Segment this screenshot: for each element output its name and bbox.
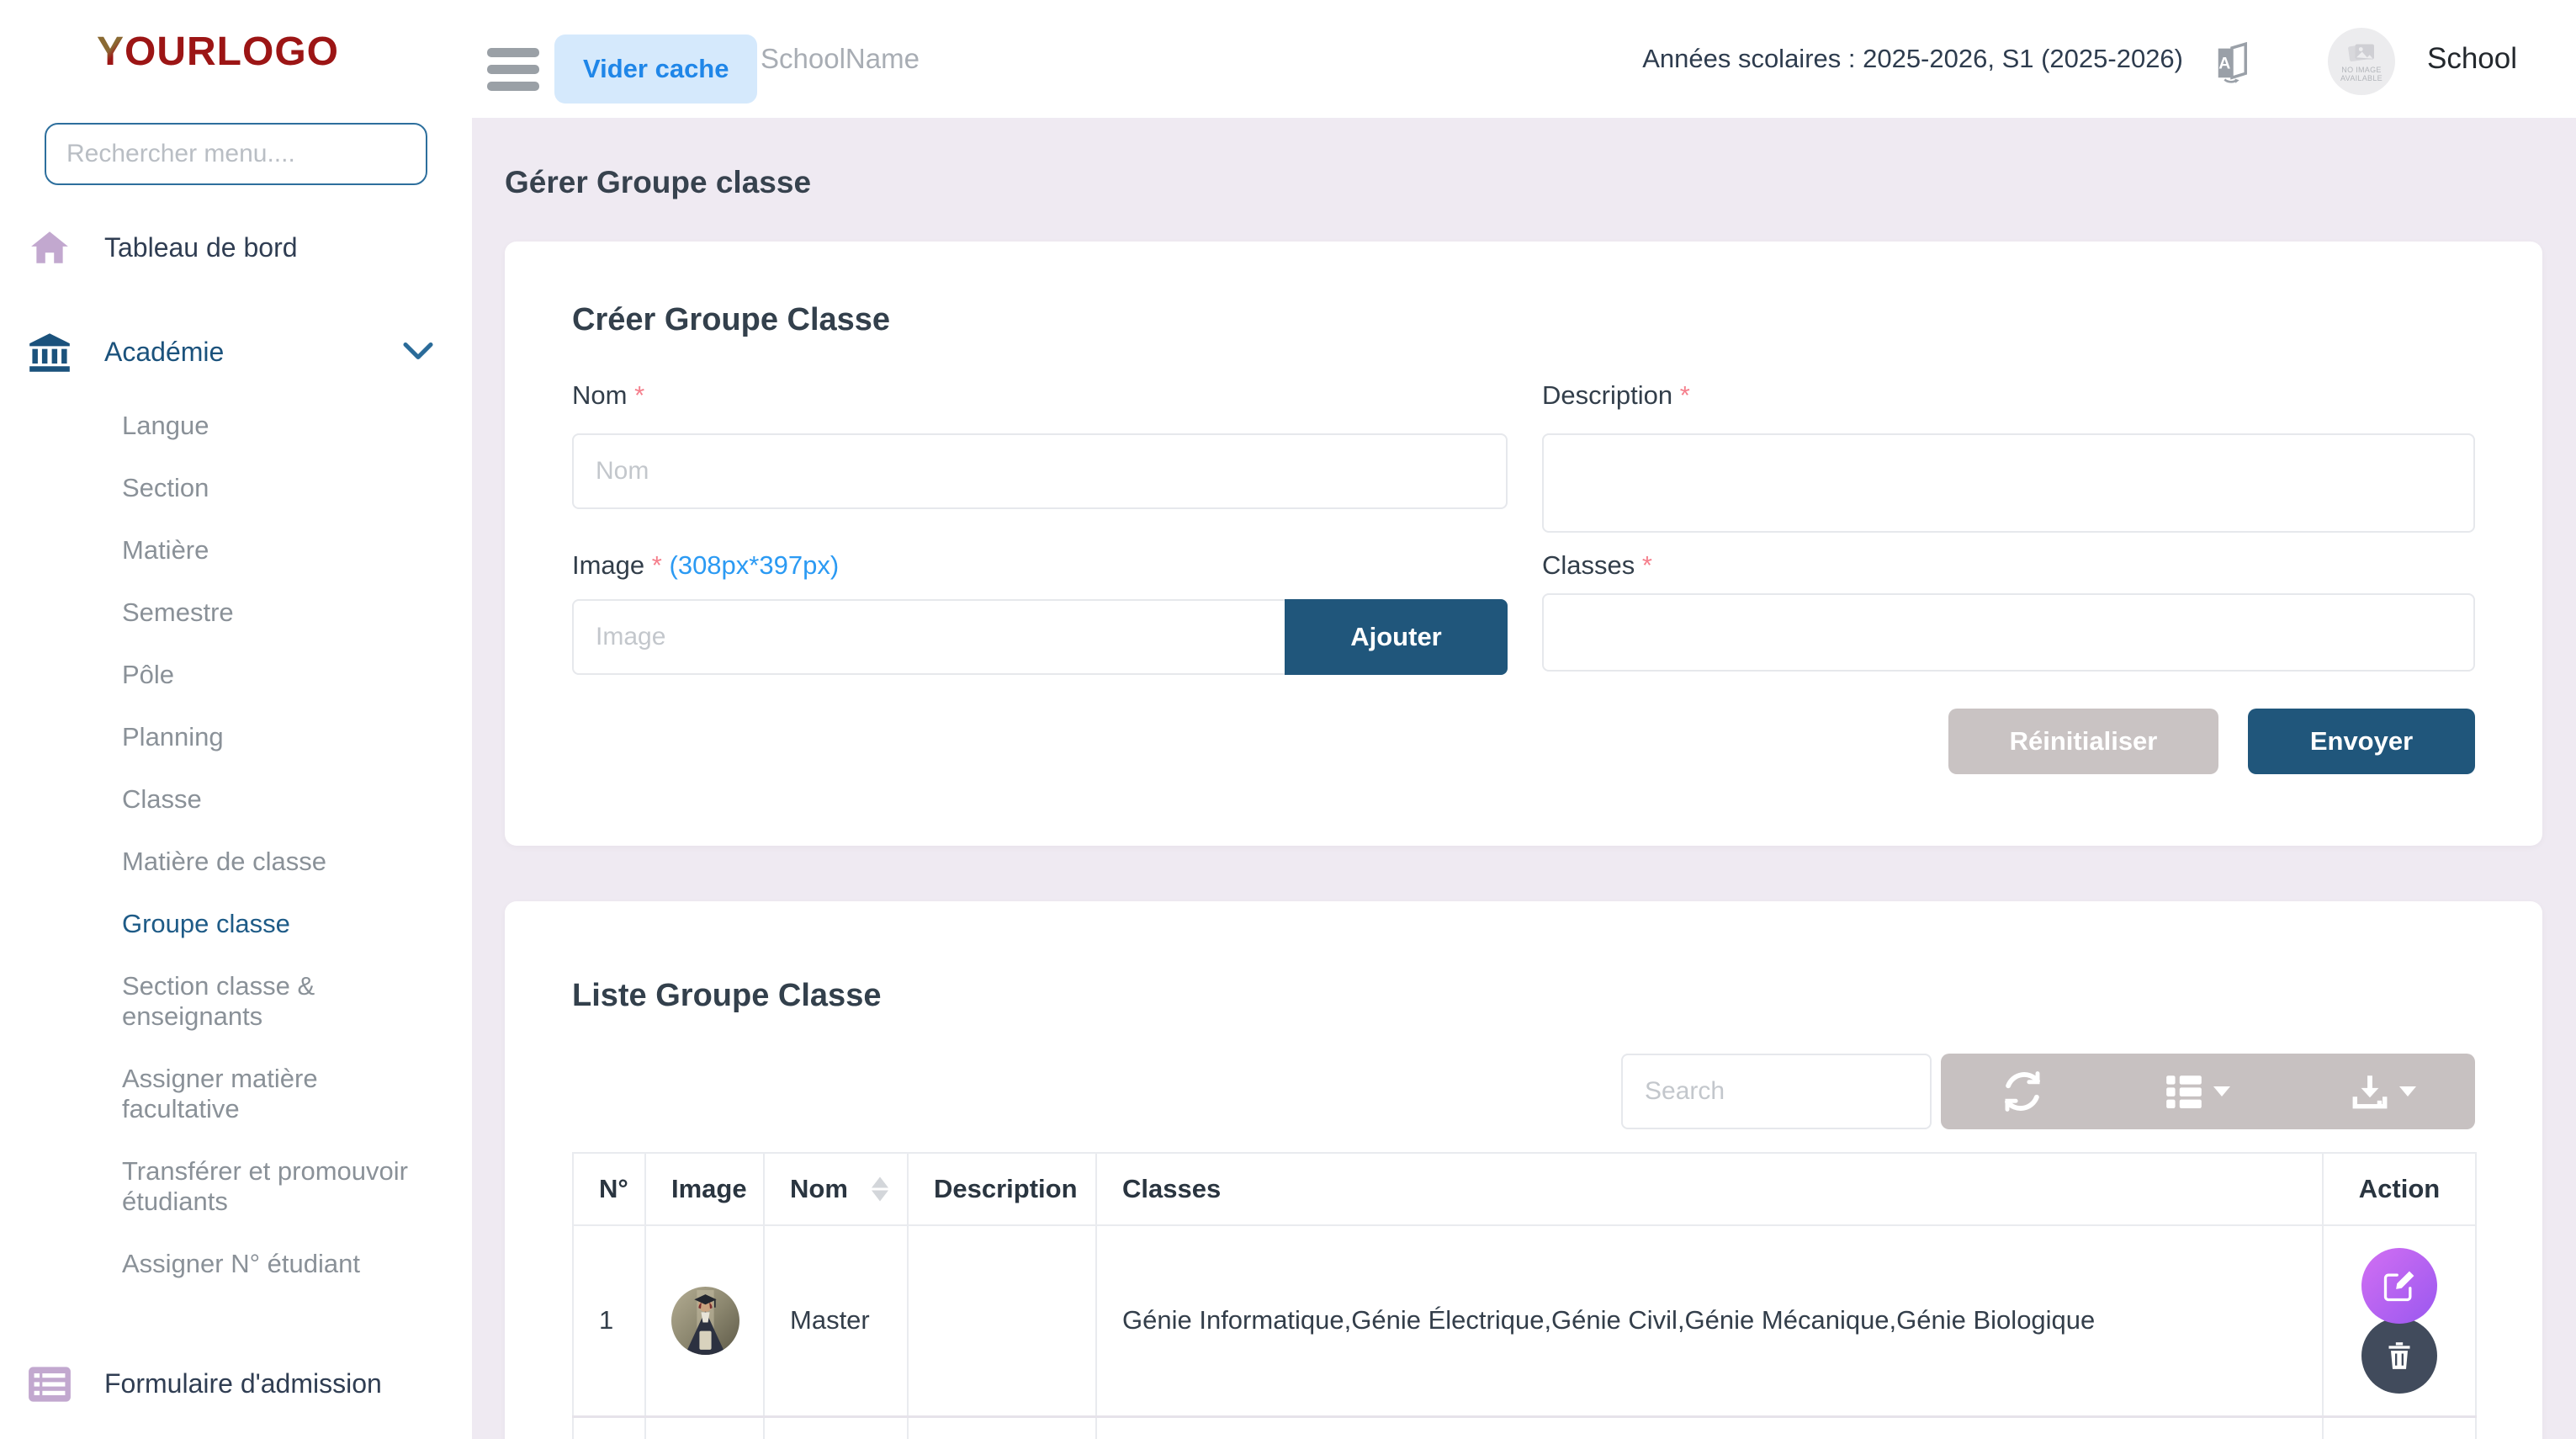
classes-label: Classes * — [1542, 550, 1652, 581]
reset-button[interactable]: Réinitialiser — [1948, 709, 2218, 774]
cell-image — [645, 1225, 764, 1416]
required-asterisk: * — [1680, 380, 1690, 410]
table-toolbar — [1941, 1054, 2475, 1129]
submenu-item-classe[interactable]: Classe — [0, 768, 467, 831]
cell-action — [2323, 1225, 2476, 1416]
school-name-label: SchoolName — [761, 0, 920, 118]
main-content: Gérer Groupe classe Créer Groupe Classe … — [472, 118, 2576, 1439]
submenu-item-pole[interactable]: Pôle — [0, 644, 467, 706]
add-image-button[interactable]: Ajouter — [1285, 599, 1508, 675]
column-header-description[interactable]: Description — [908, 1153, 1096, 1225]
menu-search-input[interactable] — [45, 123, 427, 185]
nom-label: Nom * — [572, 380, 644, 411]
submenu-item-matiere-de-classe[interactable]: Matière de classe — [0, 831, 467, 893]
classes-input[interactable] — [1542, 593, 2475, 672]
sidebar: YOURLOGO Tableau de bord Académie Langue — [0, 0, 472, 1439]
description-input[interactable] — [1542, 433, 2475, 533]
required-asterisk: * — [634, 380, 644, 410]
sidebar-nav: Tableau de bord Académie Langue Section … — [0, 210, 472, 1439]
app-logo[interactable]: YOURLOGO — [97, 29, 339, 75]
table-row-partial — [573, 1416, 2476, 1439]
chevron-down-icon — [403, 341, 433, 365]
nom-input[interactable] — [572, 433, 1508, 509]
avatar-placeholder-text: NO IMAGEAVAILABLE — [2340, 66, 2383, 82]
refresh-button[interactable] — [2000, 1069, 2045, 1114]
required-asterisk: * — [1642, 550, 1652, 580]
app-window: YOURLOGO Tableau de bord Académie Langue — [0, 0, 2576, 1439]
submenu-item-assigner-numero-etudiant[interactable]: Assigner N° étudiant — [0, 1233, 467, 1295]
submenu-item-section-classe-enseignants[interactable]: Section classe & enseignants — [0, 955, 467, 1048]
logo-y-mark: Y — [97, 29, 125, 74]
submenu-item-semestre[interactable]: Semestre — [0, 581, 467, 644]
download-button[interactable] — [2349, 1070, 2416, 1112]
sidebar-item-label: Académie — [104, 337, 373, 367]
user-avatar[interactable]: NO IMAGEAVAILABLE — [2328, 28, 2395, 95]
bank-icon — [25, 331, 74, 374]
submenu-item-langue[interactable]: Langue — [0, 395, 467, 457]
form-icon — [25, 1366, 74, 1403]
submenu-item-transferer-promouvoir[interactable]: Transférer et promouvoir étudiants — [0, 1140, 467, 1233]
table-row: 1 Master Génie Informatique,Génie Électr… — [573, 1225, 2476, 1416]
description-label: Description * — [1542, 380, 1690, 411]
sidebar-item-dashboard[interactable]: Tableau de bord — [0, 210, 472, 286]
cell-description — [908, 1225, 1096, 1416]
submenu-item-matiere[interactable]: Matière — [0, 519, 467, 581]
school-years-label: Années scolaires : 2025-2026, S1 (2025-2… — [1642, 0, 2183, 118]
cell-nom: Master — [764, 1225, 908, 1416]
table-header-row: N° Image Nom Description Classes Action — [573, 1153, 2476, 1225]
edit-button[interactable] — [2361, 1248, 2437, 1324]
column-header-classes[interactable]: Classes — [1096, 1153, 2323, 1225]
home-icon — [25, 227, 74, 269]
sort-icon[interactable] — [872, 1177, 888, 1202]
clear-cache-button[interactable]: Vider cache — [554, 35, 757, 104]
create-card-title: Créer Groupe Classe — [572, 302, 890, 338]
chevron-down-icon — [2213, 1086, 2230, 1097]
group-class-table: N° Image Nom Description Classes Action … — [572, 1152, 2477, 1439]
submenu-item-groupe-classe[interactable]: Groupe classe — [0, 893, 467, 955]
image-label: Image * (308px*397px) — [572, 550, 839, 581]
topbar: Vider cache SchoolName Années scolaires … — [472, 0, 2576, 118]
logo-text: OURLOGO — [125, 29, 339, 74]
sidebar-item-label: Tableau de bord — [104, 233, 433, 263]
table-search-input[interactable] — [1621, 1054, 1932, 1129]
columns-button[interactable] — [2163, 1070, 2230, 1112]
submit-button[interactable]: Envoyer — [2248, 709, 2475, 774]
column-header-action: Action — [2323, 1153, 2476, 1225]
list-group-card: Liste Groupe Classe — [505, 901, 2542, 1439]
row-avatar — [671, 1281, 763, 1361]
column-header-num[interactable]: N° — [573, 1153, 645, 1225]
chevron-down-icon — [2399, 1086, 2416, 1097]
submenu-item-planning[interactable]: Planning — [0, 706, 467, 768]
page-title: Gérer Groupe classe — [505, 165, 811, 200]
list-card-title: Liste Groupe Classe — [572, 978, 881, 1014]
hamburger-icon[interactable] — [487, 48, 539, 90]
delete-button[interactable] — [2361, 1318, 2437, 1394]
submenu-item-section[interactable]: Section — [0, 457, 467, 519]
sidebar-item-label: Formulaire d'admission — [104, 1369, 433, 1399]
sidebar-item-academy[interactable]: Académie — [0, 315, 472, 390]
create-group-card: Créer Groupe Classe Nom * Description * … — [505, 242, 2542, 846]
translate-icon[interactable]: A — [2210, 42, 2254, 86]
submenu-item-assigner-matiere-facultative[interactable]: Assigner matière facultative — [0, 1048, 467, 1140]
image-size-hint: (308px*397px) — [670, 550, 840, 580]
user-name-label: School — [2427, 0, 2517, 118]
column-header-image[interactable]: Image — [645, 1153, 764, 1225]
cell-num: 1 — [573, 1225, 645, 1416]
column-header-nom[interactable]: Nom — [764, 1153, 908, 1225]
svg-text:A: A — [2218, 54, 2230, 72]
sidebar-item-admission[interactable]: Formulaire d'admission — [0, 1346, 472, 1422]
required-asterisk: * — [652, 550, 662, 580]
cell-classes: Génie Informatique,Génie Électrique,Géni… — [1096, 1225, 2323, 1416]
academy-submenu: Langue Section Matière Semestre Pôle Pla… — [0, 395, 472, 1295]
